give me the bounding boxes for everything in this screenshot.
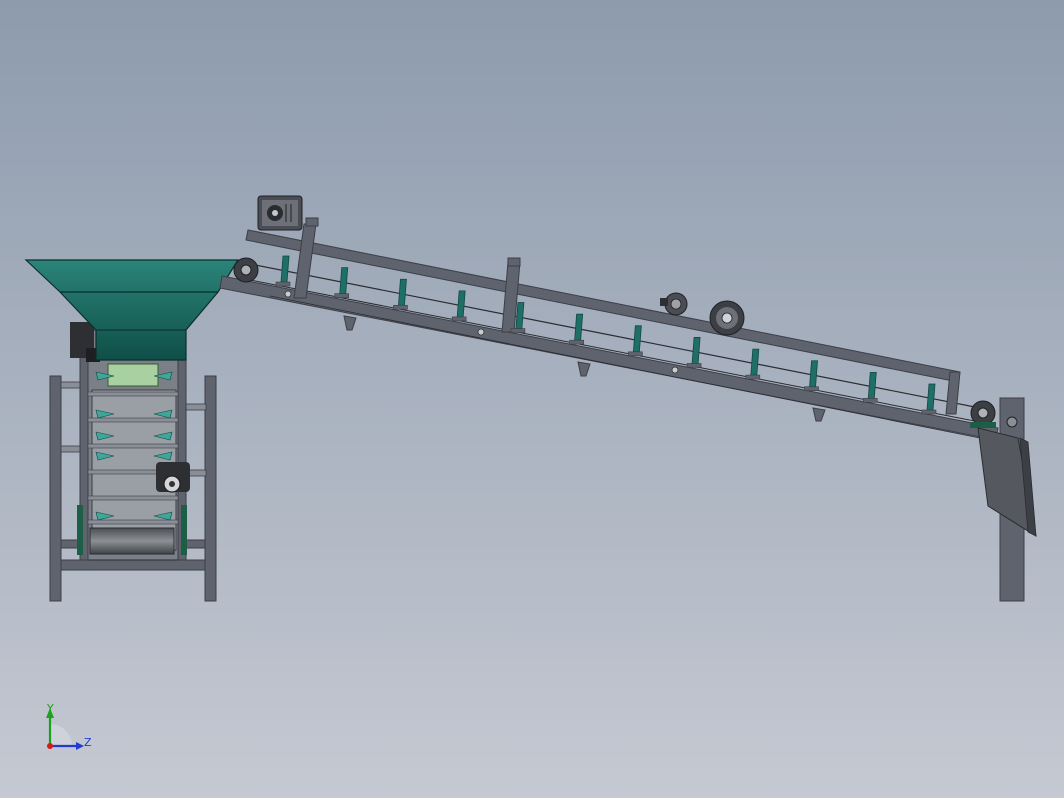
conveyor-head-pulley[interactable] bbox=[233, 257, 259, 283]
conveyor-drive-motor[interactable] bbox=[257, 195, 303, 231]
conveyor-idler-large[interactable] bbox=[709, 300, 745, 336]
feeder-motor[interactable] bbox=[156, 462, 190, 493]
triad-y-label: Y bbox=[46, 702, 54, 715]
conveyor-post-mid-cap bbox=[507, 257, 521, 267]
head-pulley-hub-icon bbox=[240, 264, 252, 276]
feeder-left-leg bbox=[49, 375, 62, 602]
feeder-slat bbox=[87, 443, 179, 449]
feeder-green-chain-left bbox=[77, 505, 83, 555]
feeder-slat bbox=[87, 495, 179, 501]
feeder-right-leg bbox=[204, 375, 217, 602]
feeder-bottom-beam bbox=[60, 559, 206, 571]
feeder-inspection-panel bbox=[107, 363, 159, 387]
feeder-slat bbox=[87, 417, 179, 423]
feeder-slat bbox=[87, 391, 179, 397]
feeder-slat bbox=[87, 519, 179, 525]
feeder-mid-beam-right bbox=[183, 403, 207, 411]
tail-pulley-hub-icon bbox=[977, 407, 989, 419]
feeder-drum bbox=[89, 527, 175, 555]
triad-x-axis-icon bbox=[47, 743, 53, 749]
idler-hub-icon bbox=[721, 312, 733, 324]
conveyor-tail-pulley[interactable] bbox=[970, 400, 996, 428]
graphics-viewport[interactable]: Y Z bbox=[0, 0, 1064, 798]
triad-z-label: Z bbox=[84, 736, 92, 749]
conveyor-post-left-cap bbox=[305, 217, 319, 227]
feeder-green-chain-right bbox=[181, 505, 187, 555]
cad-model-view[interactable]: Y Z bbox=[0, 0, 1064, 798]
